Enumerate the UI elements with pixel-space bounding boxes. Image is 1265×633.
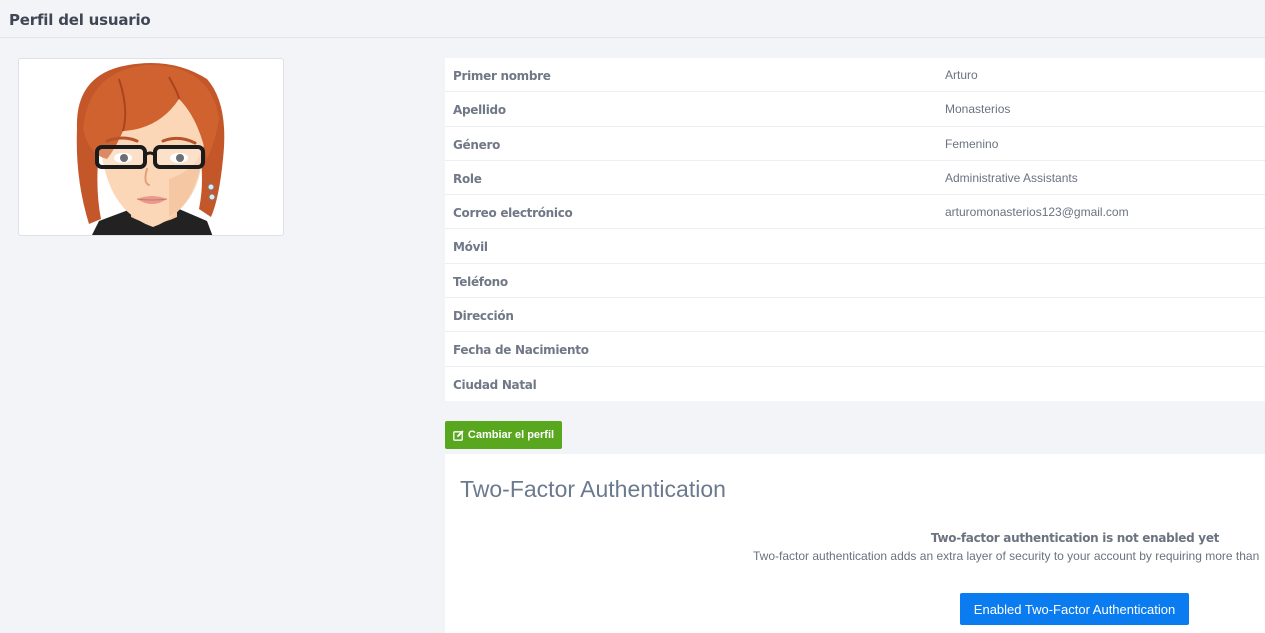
profile-row-birth-date: Fecha de Nacimiento bbox=[445, 332, 1265, 367]
two-factor-status: Two-factor authentication is not enabled… bbox=[930, 531, 1220, 545]
two-factor-card: Two-Factor Authentication Two-factor aut… bbox=[445, 454, 1265, 633]
field-label: Fecha de Nacimiento bbox=[453, 343, 589, 358]
field-label: Primer nombre bbox=[453, 69, 551, 83]
two-factor-title: Two-Factor Authentication bbox=[460, 476, 726, 502]
page-title: Perfil del usuario bbox=[9, 11, 151, 29]
profile-row-gender: Género Femenino bbox=[445, 127, 1265, 161]
profile-row-phone: Teléfono bbox=[445, 264, 1265, 299]
profile-row-first-name: Primer nombre Arturo bbox=[445, 58, 1265, 93]
field-label: Apellido bbox=[453, 103, 506, 118]
page-header: Perfil del usuario bbox=[0, 0, 1265, 38]
field-value: Administrative Assistants bbox=[945, 170, 1078, 185]
field-label: Género bbox=[453, 137, 501, 152]
profile-info-table: Primer nombre Arturo Apellido Monasterio… bbox=[445, 58, 1265, 401]
field-label: Role bbox=[453, 171, 482, 186]
field-value: Femenino bbox=[945, 136, 999, 151]
field-label: Ciudad Natal bbox=[453, 377, 537, 392]
field-value: arturomonasterios123@gmail.com bbox=[945, 205, 1129, 220]
field-label: Teléfono bbox=[453, 274, 508, 289]
field-label: Móvil bbox=[453, 240, 488, 255]
field-value: Arturo bbox=[945, 68, 978, 82]
profile-row-last-name: Apellido Monasterios bbox=[445, 92, 1265, 127]
profile-row-role: Role Administrative Assistants bbox=[445, 161, 1265, 196]
profile-row-hometown: Ciudad Natal bbox=[445, 367, 1265, 401]
edit-icon bbox=[453, 429, 464, 441]
profile-row-address: Dirección bbox=[445, 298, 1265, 333]
field-label: Dirección bbox=[453, 309, 514, 324]
field-label: Correo electrónico bbox=[453, 206, 573, 221]
profile-row-mobile: Móvil bbox=[445, 229, 1265, 264]
two-factor-description: Two-factor authentication adds an extra … bbox=[753, 549, 1260, 563]
avatar bbox=[18, 58, 284, 236]
edit-profile-label: Cambiar el perfil bbox=[467, 429, 555, 441]
profile-row-email: Correo electrónico arturomonasterios123@… bbox=[445, 195, 1265, 230]
edit-profile-button[interactable]: Cambiar el perfil bbox=[445, 421, 562, 449]
enable-two-factor-button[interactable]: Enabled Two-Factor Authentication bbox=[960, 593, 1189, 625]
field-value: Monasterios bbox=[945, 102, 1011, 117]
user-avatar-illustration bbox=[76, 63, 225, 235]
